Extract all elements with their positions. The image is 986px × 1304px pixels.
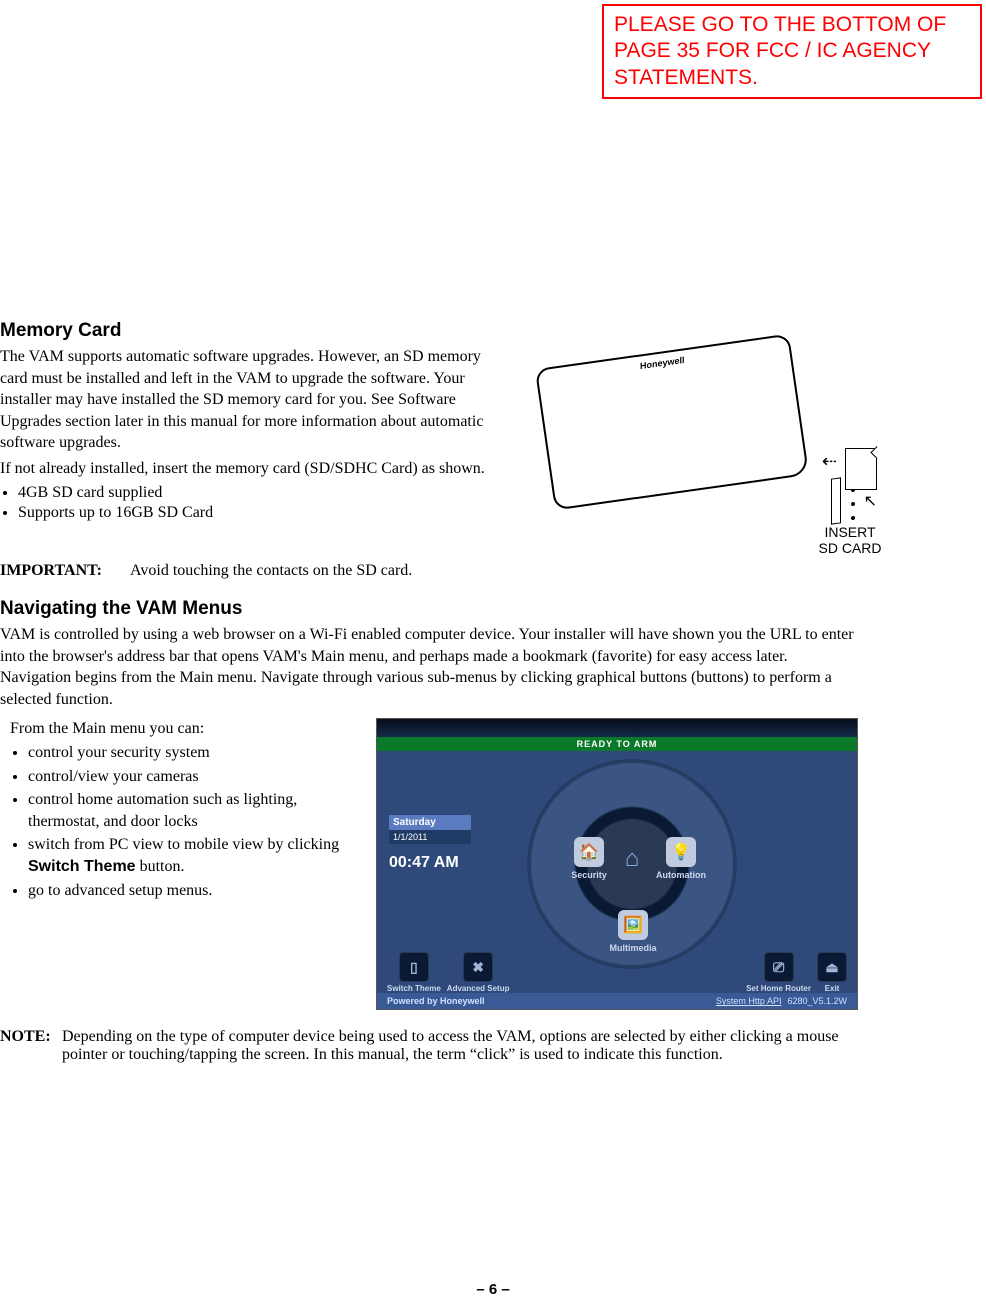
- lightbulb-icon: 💡: [666, 837, 696, 867]
- sd-card-icon: [845, 448, 877, 490]
- menu-time: 00:47 AM: [389, 854, 471, 872]
- router-icon: ⎚: [764, 952, 794, 982]
- switch-theme-button[interactable]: ▯ Switch Theme: [387, 952, 441, 993]
- security-button[interactable]: 🏠 Security: [557, 837, 621, 880]
- nav-item-automation: control home automation such as lighting…: [28, 789, 360, 832]
- nav-item-advanced: go to advanced setup menus.: [28, 880, 360, 902]
- system-http-api-link[interactable]: System Http API: [716, 993, 782, 1009]
- main-menu-capabilities: From the Main menu you can: control your…: [0, 718, 360, 903]
- memory-card-p1: The VAM supports automatic software upgr…: [0, 346, 495, 454]
- note-row: NOTE: Depending on the type of computer …: [0, 1028, 986, 1064]
- ready-to-arm-banner: READY TO ARM: [377, 737, 857, 751]
- nav-item-switch-theme: switch from PC view to mobile view by cl…: [28, 834, 360, 877]
- notice-text: PLEASE GO TO THE BOTTOM OF PAGE 35 FOR F…: [614, 13, 946, 89]
- important-text: Avoid touching the contacts on the SD ca…: [130, 562, 986, 580]
- insert-arrow-icon: ⇠: [822, 451, 837, 472]
- note-text: Depending on the type of computer device…: [62, 1028, 862, 1064]
- media-icon: 🖼️: [618, 910, 648, 940]
- memory-card-p2: If not already installed, insert the mem…: [0, 458, 495, 480]
- device-indicator-icon: [851, 488, 855, 521]
- important-label: IMPORTANT:: [0, 562, 130, 580]
- menu-footer: Powered by Honeywell System Http API 628…: [377, 993, 857, 1009]
- automation-button[interactable]: 💡 Automation: [649, 837, 713, 880]
- home-center-icon: ⌂: [613, 845, 651, 879]
- main-menu-screenshot: READY TO ARM Saturday 1/1/2011 00:47 AM …: [376, 718, 858, 1010]
- advanced-setup-button[interactable]: ✖ Advanced Setup: [447, 952, 510, 993]
- nav-lead: From the Main menu you can:: [10, 718, 360, 740]
- sd-caption: INSERTSD CARD: [805, 524, 895, 556]
- memory-card-heading: Memory Card: [0, 320, 495, 342]
- menu-day: Saturday: [389, 815, 471, 830]
- sd-slot-icon: [831, 477, 841, 524]
- nav-item-security: control your security system: [28, 742, 360, 764]
- exit-icon: ⏏: [817, 952, 847, 982]
- memory-bullet-1: 4GB SD card supplied: [18, 484, 495, 502]
- page: PLEASE GO TO THE BOTTOM OF PAGE 35 FOR F…: [0, 0, 986, 1304]
- notice-box: PLEASE GO TO THE BOTTOM OF PAGE 35 FOR F…: [602, 4, 982, 99]
- house-lock-icon: 🏠: [574, 837, 604, 867]
- navigating-intro: VAM is controlled by using a web browser…: [0, 624, 860, 710]
- device-figure: Honeywell ⇠ ↖ INSERTSD CARD: [515, 330, 885, 550]
- powered-by: Powered by Honeywell: [387, 993, 485, 1009]
- content: Memory Card The VAM supports automatic s…: [0, 0, 986, 1064]
- menu-bottom-bar: ▯ Switch Theme ✖ Advanced Setup ⎚ Set Ho…: [377, 945, 857, 993]
- phone-icon: ▯: [399, 952, 429, 982]
- firmware-version: 6280_V5.1.2W: [787, 993, 847, 1009]
- page-number: – 6 –: [0, 1281, 986, 1298]
- tools-icon: ✖: [463, 952, 493, 982]
- note-label: NOTE:: [0, 1028, 62, 1064]
- menu-statusbar: [377, 719, 857, 737]
- nav-item-cameras: control/view your cameras: [28, 766, 360, 788]
- exit-button[interactable]: ⏏ Exit: [817, 952, 847, 993]
- memory-card-section: Memory Card The VAM supports automatic s…: [0, 320, 986, 550]
- set-home-router-button[interactable]: ⎚ Set Home Router: [746, 952, 811, 993]
- memory-bullet-2: Supports up to 16GB SD Card: [18, 504, 495, 522]
- menu-wheel: 🏠 Security 💡 Automation 🖼️ Multimedia ⌂: [527, 759, 737, 969]
- menu-date: 1/1/2011: [389, 830, 471, 844]
- date-time-panel: Saturday 1/1/2011 00:47 AM: [389, 815, 471, 872]
- pointer-arrow-icon: ↖: [864, 494, 877, 510]
- navigating-heading: Navigating the VAM Menus: [0, 598, 986, 620]
- important-row: IMPORTANT: Avoid touching the contacts o…: [0, 562, 986, 580]
